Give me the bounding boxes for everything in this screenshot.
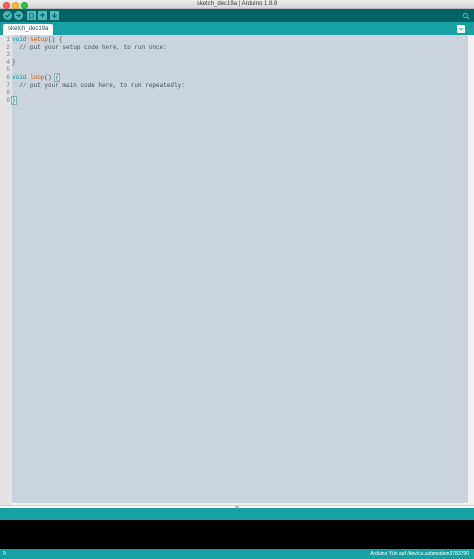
status-bar: 9 Arduino Yún auf /dev/cu.usbmodem378379… [0,549,474,559]
checkmark-icon [4,13,11,18]
tab-sketch[interactable]: sketch_dec19a [3,24,54,35]
upload-button[interactable] [14,11,23,20]
code-area[interactable] [12,35,468,503]
code-line: } [12,59,16,67]
console-output[interactable] [0,520,474,549]
new-button[interactable] [27,11,36,20]
magnifier-icon [462,12,469,19]
brace-open: { [58,36,63,43]
status-line-number: 9 [3,551,6,557]
code-line: // put your setup code here, to run once… [12,44,167,52]
comment: // put your setup code here, to run once… [19,43,167,51]
line-number: 8 [6,89,10,97]
comment: // put your main code here, to run repea… [19,81,185,89]
parens: () [48,36,56,43]
line-number-gutter: 1 2 3 4 5 6 7 8 9 [0,35,12,505]
vertical-scrollbar[interactable] [468,35,474,505]
verify-button[interactable] [3,11,12,20]
line-number: 1 [6,36,10,43]
code-line: void loop() { [12,73,60,82]
chevron-down-icon [459,27,463,31]
code-line: // put your main code here, to run repea… [12,82,185,90]
line-number: 5 [6,66,10,74]
tab-bar: sketch_dec19a [0,22,474,35]
function-setup: setup [30,36,49,43]
new-file-icon [29,12,34,19]
status-board-port: Arduino Yún auf /dev/cu.usbmodem3783790 [370,551,469,557]
brace-open-highlighted: { [54,73,60,82]
window-title: sketch_dec19a | Arduino 1.8.8 [196,1,278,7]
arrow-up-icon [40,13,45,19]
code-editor[interactable]: 1 2 3 4 5 6 7 8 9 void setup() { // put … [0,35,474,505]
line-number: 4 [6,58,10,66]
brace-close-highlighted: } [11,95,17,105]
message-bar [0,508,474,520]
line-number: 7 [6,81,10,89]
arrow-down-icon [52,12,57,18]
brace-close: } [12,58,16,66]
open-button[interactable] [38,11,47,20]
arrow-right-icon [15,13,21,18]
keyword-void: void [12,74,27,81]
save-button[interactable] [50,11,59,20]
toolbar [0,9,474,22]
title-bar: sketch_dec19a | Arduino 1.8.8 [0,0,474,9]
keyword-void: void [12,36,27,43]
code-line: void setup() { [12,36,62,44]
function-loop: loop [30,74,45,81]
line-number: 3 [6,51,10,59]
parens: () [44,74,52,81]
code-line: } [11,95,17,105]
line-number: 9 [6,96,10,104]
line-number: 2 [6,43,10,51]
tab-menu-button[interactable] [457,25,465,33]
line-number: 6 [6,74,10,81]
serial-monitor-button[interactable] [461,11,470,20]
